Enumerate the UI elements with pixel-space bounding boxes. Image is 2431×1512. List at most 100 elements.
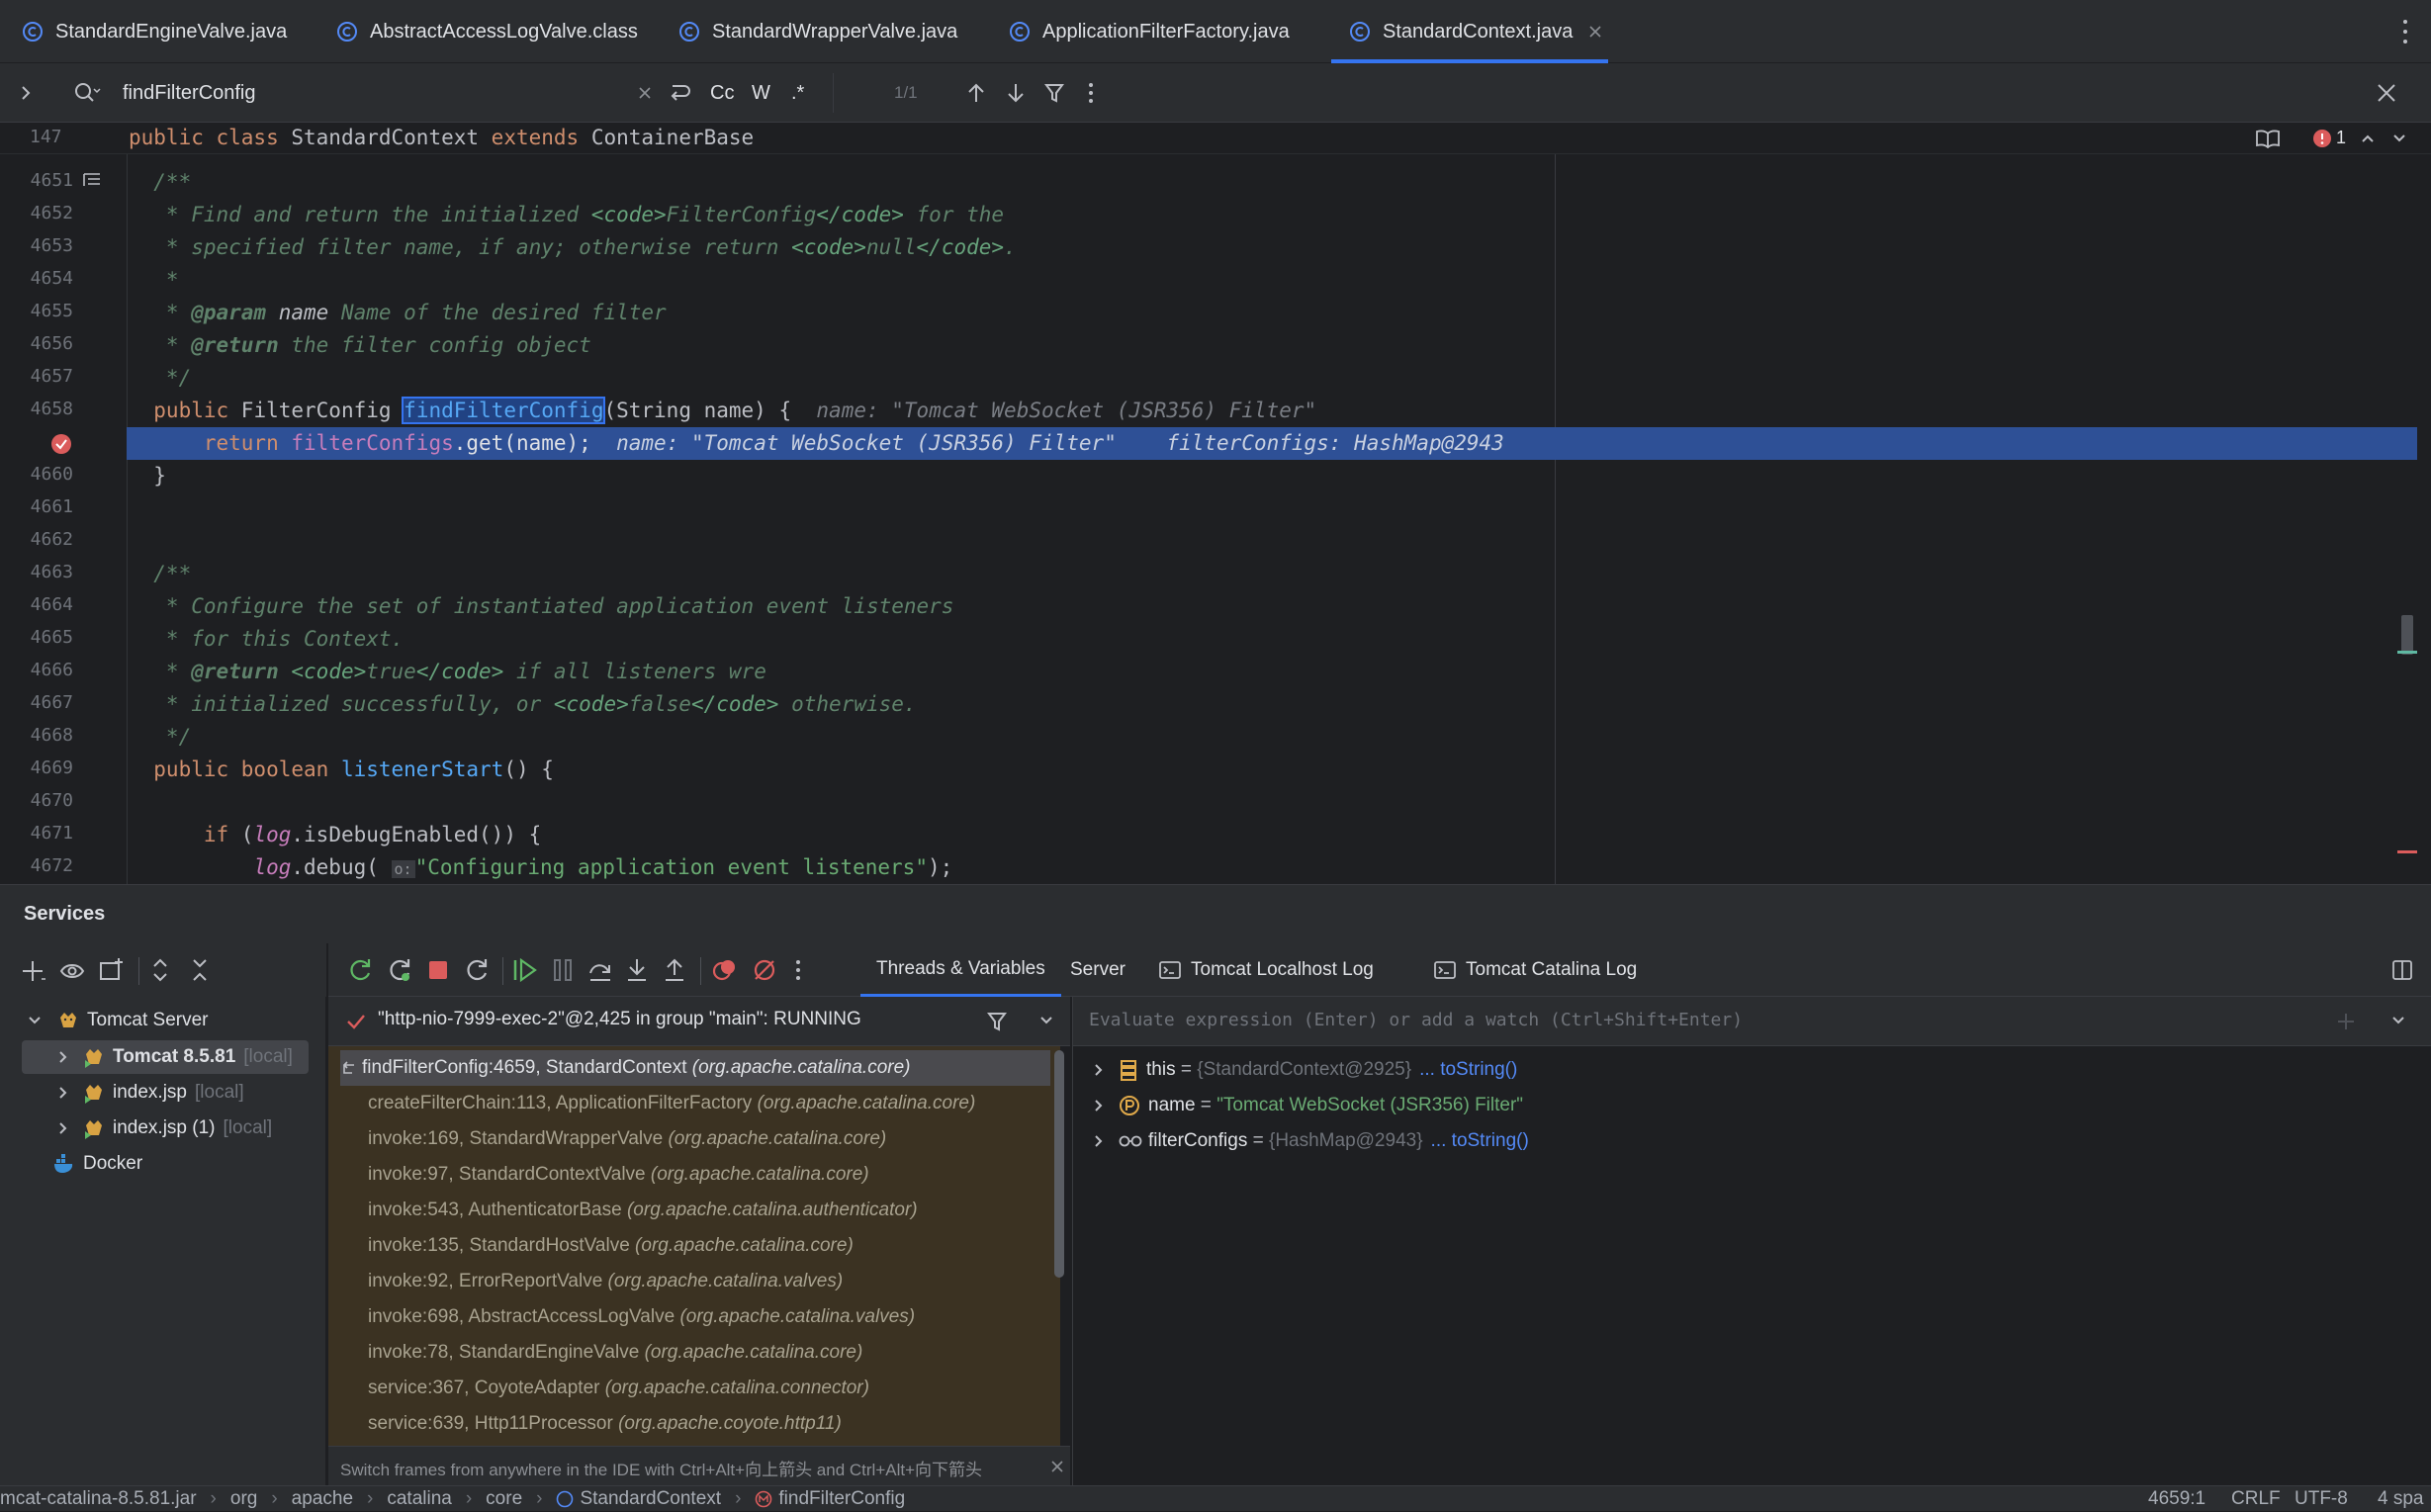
- tree-node-tomcat-server[interactable]: Tomcat Server: [28, 1003, 208, 1038]
- tree-node-index-jsp-1[interactable]: index.jsp (1) [local]: [57, 1111, 272, 1146]
- chevron-down-icon[interactable]: [28, 1015, 42, 1026]
- variable-row-this[interactable]: this = {StandardContext@2925} ... toStri…: [1093, 1052, 1517, 1088]
- clear-search-button[interactable]: [637, 63, 653, 123]
- add-watch-icon[interactable]: [2335, 1011, 2357, 1032]
- line-number[interactable]: 4661: [0, 496, 73, 517]
- stack-frame[interactable]: invoke:78, StandardEngineValve (org.apac…: [368, 1335, 862, 1371]
- new-tab-icon[interactable]: [99, 957, 125, 983]
- line-number[interactable]: 4668: [0, 725, 73, 746]
- evaluate-expression-field[interactable]: Evaluate expression (Enter) or add a wat…: [1073, 997, 2431, 1046]
- line-number[interactable]: 4660: [0, 464, 73, 485]
- close-tab-icon[interactable]: [1588, 25, 1602, 39]
- whole-words-toggle[interactable]: W: [752, 63, 770, 123]
- line-number[interactable]: 4653: [0, 235, 73, 256]
- variable-row-filterconfigs[interactable]: filterConfigs = {HashMap@2943} ... toStr…: [1093, 1123, 1529, 1159]
- breadcrumb-item[interactable]: catalina: [387, 1488, 452, 1510]
- editor-scrollbar-thumb[interactable]: [2401, 615, 2413, 655]
- resume-icon[interactable]: [512, 957, 538, 983]
- breadcrumb-item[interactable]: core: [486, 1488, 522, 1510]
- chevron-right-icon[interactable]: [1093, 1099, 1105, 1112]
- tree-node-index-jsp[interactable]: index.jsp [local]: [57, 1075, 244, 1111]
- render-doc-icon[interactable]: [83, 172, 101, 188]
- next-occurrence-button[interactable]: [1007, 63, 1025, 123]
- line-number[interactable]: 4667: [0, 692, 73, 713]
- more-vertical-icon[interactable]: [795, 957, 801, 983]
- regex-toggle[interactable]: .*: [791, 63, 804, 123]
- stack-frame[interactable]: invoke:92, ErrorReportValve (org.apache.…: [368, 1264, 843, 1299]
- tab-application-filter-factory[interactable]: ApplicationFilterFactory.java: [1009, 0, 1290, 63]
- line-number[interactable]: 4654: [0, 268, 73, 289]
- code-editor[interactable]: 4651 4652 4653 4654 4655 4656 4657 4658 4660 4661…: [0, 154, 2431, 884]
- tree-node-docker[interactable]: Docker: [53, 1146, 142, 1182]
- eye-icon[interactable]: [59, 959, 87, 983]
- step-over-icon[interactable]: [587, 957, 613, 983]
- stack-frame[interactable]: invoke:169, StandardWrapperValve (org.ap…: [368, 1121, 886, 1157]
- line-number[interactable]: 4655: [0, 301, 73, 321]
- collapse-all-icon[interactable]: [190, 957, 210, 983]
- chevron-right-icon[interactable]: [1093, 1063, 1105, 1077]
- stack-frame[interactable]: invoke:97, StandardContextValve (org.apa…: [368, 1157, 869, 1193]
- tab-standard-engine-valve[interactable]: StandardEngineValve.java: [22, 0, 287, 63]
- stack-frame[interactable]: createFilterChain:113, ApplicationFilter…: [368, 1086, 975, 1121]
- breakpoint-icon[interactable]: [50, 433, 72, 455]
- chevron-right-icon[interactable]: [1093, 1134, 1105, 1148]
- more-vertical-icon[interactable]: [2401, 18, 2409, 45]
- line-number[interactable]: 4658: [0, 399, 73, 419]
- view-breakpoints-icon[interactable]: [712, 957, 738, 983]
- sticky-line-code[interactable]: public class StandardContext extends Con…: [129, 126, 754, 149]
- stop-icon[interactable]: [427, 959, 449, 981]
- line-number[interactable]: 4664: [0, 594, 73, 615]
- tab-tomcat-catalina-log[interactable]: Tomcat Catalina Log: [1434, 943, 1637, 997]
- tab-tomcat-localhost-log[interactable]: Tomcat Localhost Log: [1159, 943, 1374, 997]
- chevron-down-icon[interactable]: [2390, 1015, 2406, 1026]
- stack-frame[interactable]: findFilterConfig:4659, StandardContext (…: [340, 1050, 1050, 1086]
- rerun-modified-icon[interactable]: [388, 957, 413, 983]
- line-number[interactable]: 4672: [0, 855, 73, 876]
- stack-frame[interactable]: service:639, Http11Processor (org.apache…: [368, 1406, 842, 1442]
- find-more-button[interactable]: [1088, 63, 1094, 123]
- close-find-button[interactable]: [2376, 63, 2397, 123]
- mute-breakpoints-icon[interactable]: [752, 957, 777, 983]
- breadcrumb-item[interactable]: apache: [292, 1488, 353, 1510]
- stack-frame[interactable]: invoke:135, StandardHostValve (org.apach…: [368, 1228, 854, 1264]
- chevron-right-icon[interactable]: [57, 1050, 69, 1064]
- variable-row-name[interactable]: name = "Tomcat WebSocket (JSR356) Filter…: [1093, 1088, 1523, 1123]
- chevron-down-icon[interactable]: [1038, 1015, 1054, 1026]
- indent-settings[interactable]: 4 spa: [2378, 1488, 2423, 1510]
- line-number[interactable]: 4669: [0, 757, 73, 778]
- search-input[interactable]: findFilterConfig: [123, 63, 256, 123]
- line-number[interactable]: 4662: [0, 529, 73, 550]
- breadcrumb-item[interactable]: org: [230, 1488, 257, 1510]
- variable-tostring-link[interactable]: ... toString(): [1419, 1052, 1517, 1088]
- step-into-icon[interactable]: [625, 957, 649, 983]
- line-separator[interactable]: CRLF: [2231, 1488, 2281, 1510]
- chevron-right-icon[interactable]: [57, 1121, 69, 1135]
- chevron-down-icon[interactable]: [2391, 133, 2407, 144]
- tab-standard-wrapper-valve[interactable]: StandardWrapperValve.java: [678, 0, 957, 63]
- stack-frame[interactable]: invoke:543, AuthenticatorBase (org.apach…: [368, 1193, 918, 1228]
- stack-frames-list[interactable]: findFilterConfig:4659, StandardContext (…: [328, 1046, 1060, 1446]
- line-number[interactable]: 4665: [0, 627, 73, 648]
- add-service-icon[interactable]: [22, 959, 47, 983]
- chevron-right-icon[interactable]: [57, 1086, 69, 1100]
- breadcrumb-item[interactable]: findFilterConfig: [778, 1488, 905, 1510]
- caret-position[interactable]: 4659:1: [2148, 1488, 2206, 1510]
- tab-threads-variables[interactable]: Threads & Variables: [860, 943, 1061, 997]
- stack-frame[interactable]: invoke:698, AbstractAccessLogValve (org.…: [368, 1299, 915, 1335]
- services-tree[interactable]: Tomcat Server Tomcat 8.5.81 [local] inde…: [0, 997, 326, 1485]
- line-number[interactable]: 4671: [0, 823, 73, 844]
- pause-icon[interactable]: [552, 957, 574, 983]
- tree-node-tomcat-8581[interactable]: Tomcat 8.5.81 [local]: [57, 1039, 293, 1075]
- line-number[interactable]: 4657: [0, 366, 73, 387]
- thread-selector[interactable]: "http-nio-7999-exec-2"@2,425 in group "m…: [328, 997, 1070, 1046]
- filter-search-results-button[interactable]: [1044, 63, 1064, 123]
- new-line-toggle[interactable]: [667, 63, 692, 123]
- line-number[interactable]: 4656: [0, 333, 73, 354]
- line-number[interactable]: 4663: [0, 562, 73, 582]
- filter-icon[interactable]: [987, 1011, 1007, 1032]
- stack-frame[interactable]: service:367, CoyoteAdapter (org.apache.c…: [368, 1371, 869, 1406]
- chevron-up-icon[interactable]: [2360, 133, 2376, 144]
- variables-panel[interactable]: Evaluate expression (Enter) or add a wat…: [1072, 997, 2431, 1485]
- tab-abstract-access-log-valve[interactable]: AbstractAccessLogValve.class: [336, 0, 638, 63]
- line-number[interactable]: 4666: [0, 660, 73, 680]
